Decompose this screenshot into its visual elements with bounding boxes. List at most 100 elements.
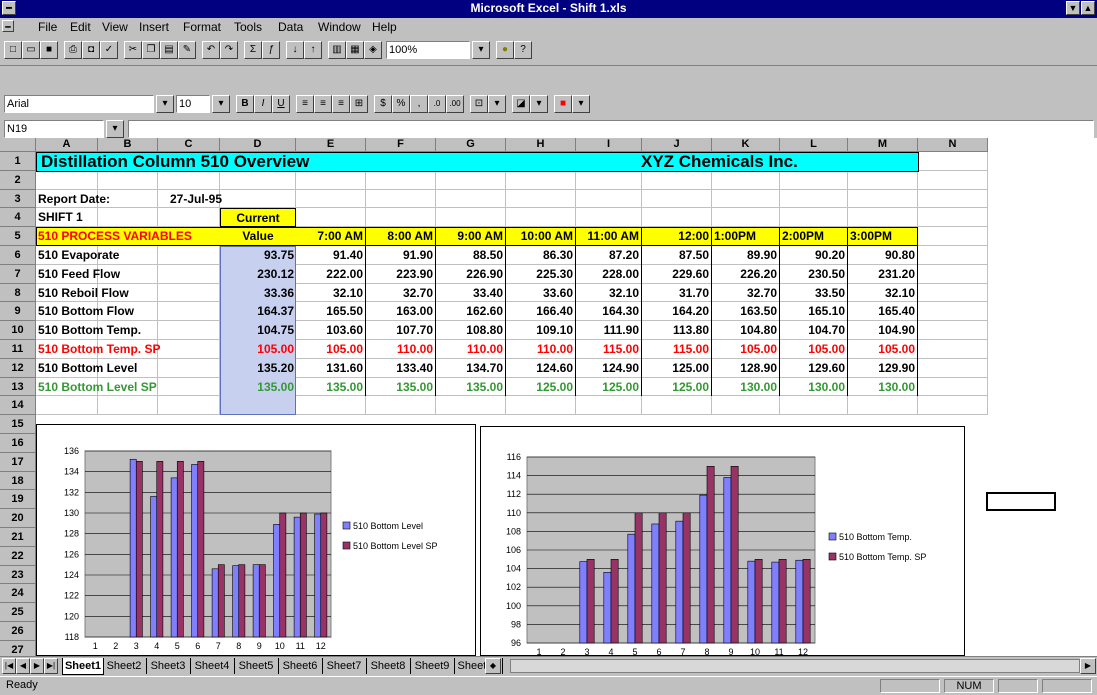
row-header[interactable]: 23	[0, 565, 36, 585]
hourly-value[interactable]: 105.00	[712, 340, 780, 359]
row-header[interactable]: 18	[0, 471, 36, 491]
column-header[interactable]: N	[918, 138, 988, 152]
hourly-value[interactable]: 89.90	[712, 246, 780, 265]
hourly-value[interactable]: 87.20	[576, 246, 642, 265]
align-left-icon[interactable]: ≡	[296, 95, 314, 113]
menu-window[interactable]: Window	[318, 20, 361, 34]
hourly-value[interactable]: 128.90	[712, 358, 780, 378]
time-header[interactable]: 8:00 AM	[366, 227, 436, 246]
sheet-tab[interactable]: Sheet6	[278, 658, 323, 674]
grid-cell[interactable]	[98, 170, 158, 190]
hourly-value[interactable]: 229.60	[642, 264, 712, 284]
sheet-tab[interactable]: Sheet4	[190, 658, 235, 674]
grid-cell[interactable]	[506, 208, 576, 228]
font-size-dropdown-icon[interactable]: ▾	[212, 95, 230, 113]
hourly-value[interactable]: 105.00	[296, 340, 366, 359]
formula-input[interactable]	[128, 120, 1094, 138]
bold-button[interactable]: B	[236, 95, 254, 113]
grid-cell[interactable]	[506, 189, 576, 209]
column-header[interactable]: G	[436, 138, 506, 152]
grid-cell[interactable]	[642, 208, 712, 228]
grid-cell[interactable]	[918, 208, 988, 228]
row-header[interactable]: 2	[0, 170, 36, 190]
hourly-value[interactable]: 163.50	[712, 302, 780, 322]
sort-ascending-icon[interactable]: ↓	[286, 41, 304, 59]
align-right-icon[interactable]: ≡	[332, 95, 350, 113]
hourly-value[interactable]: 135.00	[436, 377, 506, 397]
hourly-value[interactable]: 162.60	[436, 302, 506, 322]
hourly-value[interactable]: 105.00	[848, 340, 918, 359]
font-dropdown-icon[interactable]: ▾	[156, 95, 174, 113]
drawing-icon[interactable]: ◈	[364, 41, 382, 59]
time-header[interactable]: 10:00 AM	[506, 227, 576, 246]
fill-color-icon[interactable]: ◪	[512, 95, 530, 113]
current-value[interactable]: 135.20	[220, 359, 296, 378]
grid-cell[interactable]	[918, 396, 988, 416]
sheet-tab[interactable]: Sheet7	[322, 658, 367, 674]
row-header[interactable]: 14	[0, 396, 36, 416]
grid-cell[interactable]	[220, 189, 296, 209]
grid-cell[interactable]	[712, 170, 780, 190]
row-header[interactable]: 17	[0, 452, 36, 472]
hourly-value[interactable]: 130.00	[780, 377, 848, 397]
row-header[interactable]: 21	[0, 528, 36, 547]
grid-cell[interactable]	[158, 170, 220, 190]
value-label[interactable]: Value	[220, 227, 296, 246]
document-control-icon[interactable]: ━	[2, 20, 14, 32]
hourly-value[interactable]: 88.50	[436, 246, 506, 265]
sheet-tab[interactable]: Sheet3	[146, 658, 191, 674]
name-box[interactable]: N19	[4, 120, 104, 138]
hourly-value[interactable]: 222.00	[296, 264, 366, 284]
hourly-value[interactable]: 90.20	[780, 246, 848, 265]
undo-icon[interactable]: ↶	[202, 41, 220, 59]
grid-cell[interactable]	[366, 396, 436, 416]
hourly-value[interactable]: 130.00	[848, 377, 918, 397]
merge-center-icon[interactable]: ⊞	[350, 95, 368, 113]
row-header[interactable]: 7	[0, 264, 36, 284]
hourly-value[interactable]: 135.00	[296, 377, 366, 397]
menu-format[interactable]: Format	[183, 20, 221, 34]
grid-cell[interactable]	[366, 170, 436, 190]
hourly-value[interactable]: 103.60	[296, 321, 366, 340]
hourly-value[interactable]: 115.00	[642, 340, 712, 359]
grid-cell[interactable]	[780, 170, 848, 190]
hourly-value[interactable]: 125.00	[576, 377, 642, 397]
fill-color-dropdown-icon[interactable]: ▾	[530, 95, 548, 113]
hourly-value[interactable]: 165.50	[296, 302, 366, 322]
grid-cell[interactable]	[918, 152, 988, 171]
hourly-value[interactable]: 133.40	[366, 358, 436, 378]
grid-cell[interactable]	[712, 396, 780, 416]
time-header[interactable]: 9:00 AM	[436, 227, 506, 246]
column-header[interactable]: I	[576, 138, 642, 152]
maximize-icon[interactable]: ▲	[1081, 1, 1095, 15]
scroll-right-icon[interactable]: ▶	[1080, 658, 1096, 674]
hourly-value[interactable]: 125.00	[642, 358, 712, 378]
select-all-corner[interactable]	[0, 138, 36, 152]
grid-cell[interactable]	[366, 208, 436, 228]
menu-edit[interactable]: Edit	[70, 20, 91, 34]
hourly-value[interactable]: 165.40	[848, 302, 918, 322]
function-wizard-icon[interactable]: ƒ	[262, 41, 280, 59]
sheet-tab[interactable]: Sheet2	[102, 658, 147, 674]
row-header[interactable]: 15	[0, 415, 36, 434]
hourly-value[interactable]: 33.50	[780, 283, 848, 303]
font-color-dropdown-icon[interactable]: ▾	[572, 95, 590, 113]
hourly-value[interactable]: 32.10	[296, 283, 366, 303]
grid-cell[interactable]	[918, 170, 988, 190]
hourly-value[interactable]: 31.70	[642, 283, 712, 303]
hourly-value[interactable]: 131.60	[296, 358, 366, 378]
menu-insert[interactable]: Insert	[139, 20, 169, 34]
hourly-value[interactable]: 166.40	[506, 302, 576, 322]
current-value[interactable]: 164.37	[220, 302, 296, 321]
grid-cell[interactable]	[436, 208, 506, 228]
row-header[interactable]: 24	[0, 584, 36, 604]
grid-cell[interactable]	[158, 396, 220, 416]
hourly-value[interactable]: 165.10	[780, 302, 848, 322]
grid-cell[interactable]	[576, 170, 642, 190]
hourly-value[interactable]: 230.50	[780, 264, 848, 284]
sort-descending-icon[interactable]: ↑	[304, 41, 322, 59]
hourly-value[interactable]: 86.30	[506, 246, 576, 265]
grid-cell[interactable]	[848, 208, 918, 228]
grid-cell[interactable]	[918, 227, 988, 246]
paste-icon[interactable]: ▤	[160, 41, 178, 59]
